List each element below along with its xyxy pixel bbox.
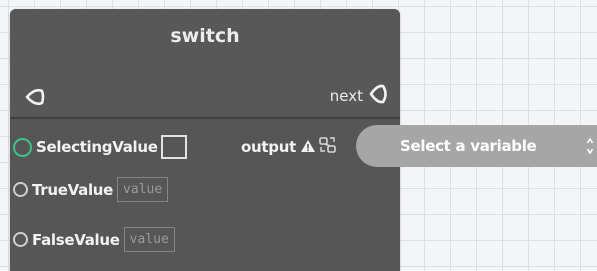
header-divider bbox=[10, 117, 400, 119]
node-header[interactable]: switch next bbox=[10, 9, 400, 117]
false-value-input[interactable]: value bbox=[123, 227, 175, 252]
field-row-true-value: TrueValue value bbox=[13, 177, 169, 202]
warning-icon bbox=[300, 138, 316, 157]
port-in-icon[interactable] bbox=[25, 87, 45, 111]
field-label-false-value: FalseValue bbox=[32, 230, 120, 249]
link-icon[interactable] bbox=[319, 136, 337, 158]
field-radio-true-value[interactable] bbox=[13, 182, 28, 197]
selecting-value-checkbox[interactable] bbox=[160, 135, 187, 159]
node-title: switch bbox=[170, 25, 240, 47]
output-port: output bbox=[241, 136, 337, 158]
port-out-icon[interactable] bbox=[368, 83, 390, 109]
field-radio-selecting-value[interactable] bbox=[13, 137, 32, 157]
field-row-false-value: FalseValue value bbox=[13, 227, 175, 252]
next-label: next bbox=[329, 87, 363, 105]
chevron-icon bbox=[586, 135, 594, 161]
field-row-selecting-value: SelectingValue bbox=[13, 135, 187, 159]
variable-select-label: Select a variable bbox=[400, 137, 537, 155]
next-port[interactable]: next bbox=[330, 83, 390, 109]
field-radio-false-value[interactable] bbox=[13, 232, 28, 247]
output-label: output bbox=[241, 138, 296, 156]
field-label-true-value: TrueValue bbox=[32, 180, 114, 199]
field-label-selecting-value: SelectingValue bbox=[36, 138, 158, 156]
variable-select[interactable]: Select a variable bbox=[356, 125, 597, 167]
true-value-input[interactable]: value bbox=[117, 177, 169, 202]
